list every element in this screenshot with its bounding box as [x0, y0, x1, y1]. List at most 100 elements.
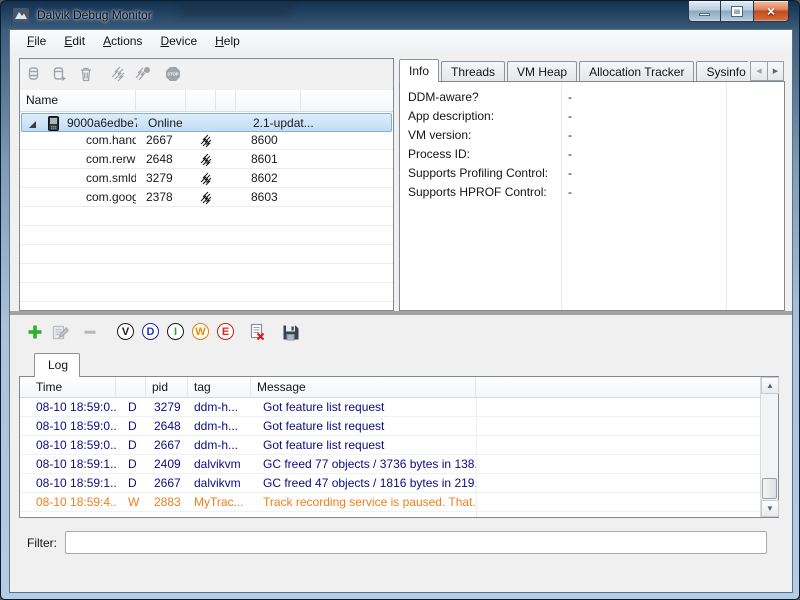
column-header-6[interactable] — [301, 90, 393, 111]
log-row[interactable]: 08-10 18:59:0... D 3279 ddm-h... Got fea… — [20, 398, 760, 417]
process-pid: 3279 — [146, 171, 173, 185]
log-scrollbar[interactable]: ▲ ▼ — [760, 377, 779, 517]
column-header-level[interactable] — [116, 377, 146, 397]
log-level-debug-icon[interactable]: D — [142, 323, 159, 340]
window-title: Dalvik Debug Monitor — [37, 8, 152, 22]
titlebar[interactable]: Dalvik Debug Monitor × — [1, 1, 799, 29]
add-filter-icon[interactable] — [25, 322, 45, 342]
update-threads-icon[interactable] — [108, 65, 126, 83]
log-row[interactable]: 08-10 18:59:0... D 2648 ddm-h... Got fea… — [20, 417, 760, 436]
tab-sysinfo[interactable]: Sysinfo — [696, 61, 748, 82]
splitter-sash[interactable] — [10, 311, 792, 315]
log-row[interactable]: 08-10 18:59:1... D 2667 dalvikvm GC free… — [20, 474, 760, 493]
log-tag: MyTrac... — [194, 495, 244, 509]
scroll-down-icon[interactable]: ▼ — [761, 500, 779, 517]
log-time: 08-10 18:59:0... — [36, 438, 116, 452]
save-log-icon[interactable] — [280, 322, 300, 342]
scroll-up-icon[interactable]: ▲ — [761, 377, 779, 394]
tab-log[interactable]: Log — [34, 353, 80, 377]
tab-scroll-right-icon[interactable]: ▶ — [767, 61, 784, 81]
info-value: - — [568, 90, 572, 104]
info-value: - — [568, 109, 572, 123]
info-value: - — [568, 147, 572, 161]
garbage-collect-icon[interactable] — [77, 65, 95, 83]
menu-edit[interactable]: Edit — [55, 32, 94, 50]
column-header-filler — [476, 377, 760, 397]
log-tag: dalvikvm — [194, 476, 241, 490]
log-toolbar: V D I W E — [10, 317, 792, 350]
log-row[interactable]: 08-10 18:59:0... D 2667 ddm-h... Got fea… — [20, 436, 760, 455]
phone-icon — [48, 116, 59, 131]
tab-scroll-left-icon[interactable]: ◀ — [750, 61, 767, 81]
log-pid: 2667 — [154, 438, 181, 452]
column-header-4[interactable] — [216, 90, 236, 111]
log-message: Got feature list request — [263, 400, 385, 414]
log-level-warn-icon[interactable]: W — [192, 323, 209, 340]
threads-icon — [198, 134, 212, 148]
close-button[interactable]: × — [753, 1, 789, 22]
edit-filter-icon[interactable] — [50, 322, 70, 342]
log-pid: 3279 — [154, 400, 181, 414]
tab-vm-heap[interactable]: VM Heap — [507, 61, 578, 82]
column-header-message[interactable]: Message — [251, 377, 476, 397]
clear-log-icon[interactable] — [247, 322, 267, 342]
process-port: 8600 — [251, 133, 278, 147]
update-heap-icon[interactable] — [134, 65, 152, 83]
column-header-time[interactable]: Time — [20, 377, 116, 397]
process-name: com.rerwa — [86, 152, 136, 166]
device-version: 2.1-updat... — [253, 116, 314, 130]
expander-icon[interactable] — [29, 121, 36, 128]
tab-info[interactable]: Info — [399, 59, 440, 82]
menu-device[interactable]: Device — [151, 32, 206, 50]
device-serial: 9000a6edbe75 — [67, 116, 137, 130]
process-row[interactable]: com.rerwa 2648 8601 — [20, 150, 393, 169]
filter-bar: Filter: — [10, 528, 792, 558]
column-header-3[interactable] — [186, 90, 216, 111]
process-row[interactable]: com.goog 2378 8603 — [20, 188, 393, 207]
tab-allocation-tracker[interactable]: Allocation Tracker — [579, 61, 695, 82]
process-port: 8602 — [251, 171, 278, 185]
device-row[interactable]: 9000a6edbe75 Online 2.1-updat... — [21, 113, 392, 132]
info-row: Supports Profiling Control: - — [400, 164, 784, 183]
log-level-verbose-icon[interactable]: V — [117, 323, 134, 340]
stop-process-icon[interactable]: STOP — [164, 65, 182, 83]
log-level: D — [128, 400, 137, 414]
log-message: Got feature list request — [263, 438, 385, 452]
log-tag: ddm-h... — [194, 419, 239, 433]
device-tree: 9000a6edbe75 Online 2.1-updat... com.han… — [20, 112, 393, 310]
menu-file[interactable]: File — [18, 32, 55, 50]
info-value: - — [568, 166, 572, 180]
log-tag: dalvikvm — [194, 457, 241, 471]
minimize-button[interactable] — [688, 1, 721, 22]
log-level-info-icon[interactable]: I — [167, 323, 184, 340]
log-time: 08-10 18:59:1... — [36, 476, 116, 490]
log-time: 08-10 18:59:1... — [36, 457, 116, 471]
tab-threads[interactable]: Threads — [441, 61, 506, 82]
delete-filter-icon[interactable] — [80, 322, 100, 342]
log-row[interactable]: 08-10 18:59:1... D 2409 dalvikvm GC free… — [20, 455, 760, 474]
column-header-2[interactable] — [136, 90, 186, 111]
column-header-name[interactable]: Name — [20, 90, 136, 111]
scrollbar-thumb[interactable] — [762, 478, 777, 499]
filter-input[interactable] — [65, 531, 767, 554]
column-header-pid[interactable]: pid — [146, 377, 188, 397]
info-row: App description: - — [400, 107, 784, 126]
column-header-5[interactable] — [236, 90, 301, 111]
menu-help[interactable]: Help — [206, 32, 249, 50]
process-pid: 2667 — [146, 133, 173, 147]
process-row[interactable]: com.smld 3279 8602 — [20, 169, 393, 188]
log-level-error-icon[interactable]: E — [217, 323, 234, 340]
process-row[interactable]: com.hand 2667 8600 — [20, 131, 393, 150]
debug-process-icon[interactable] — [25, 65, 43, 83]
column-header-tag[interactable]: tag — [188, 377, 251, 397]
log-row[interactable]: 08-10 18:59:4... W 2883 MyTrac... Track … — [20, 493, 760, 512]
log-level: D — [128, 476, 137, 490]
info-label: App description: — [408, 109, 495, 123]
log-time: 08-10 18:59:0... — [36, 400, 116, 414]
debug-attach-icon[interactable] — [51, 65, 69, 83]
restore-button[interactable] — [721, 1, 753, 22]
menu-actions[interactable]: Actions — [94, 32, 151, 50]
info-panel: DDM-aware? - App description: - VM versi… — [399, 81, 785, 311]
log-table: Time pid tag Message 08-10 18:59:0... D … — [19, 376, 779, 518]
log-pid: 2648 — [154, 419, 181, 433]
